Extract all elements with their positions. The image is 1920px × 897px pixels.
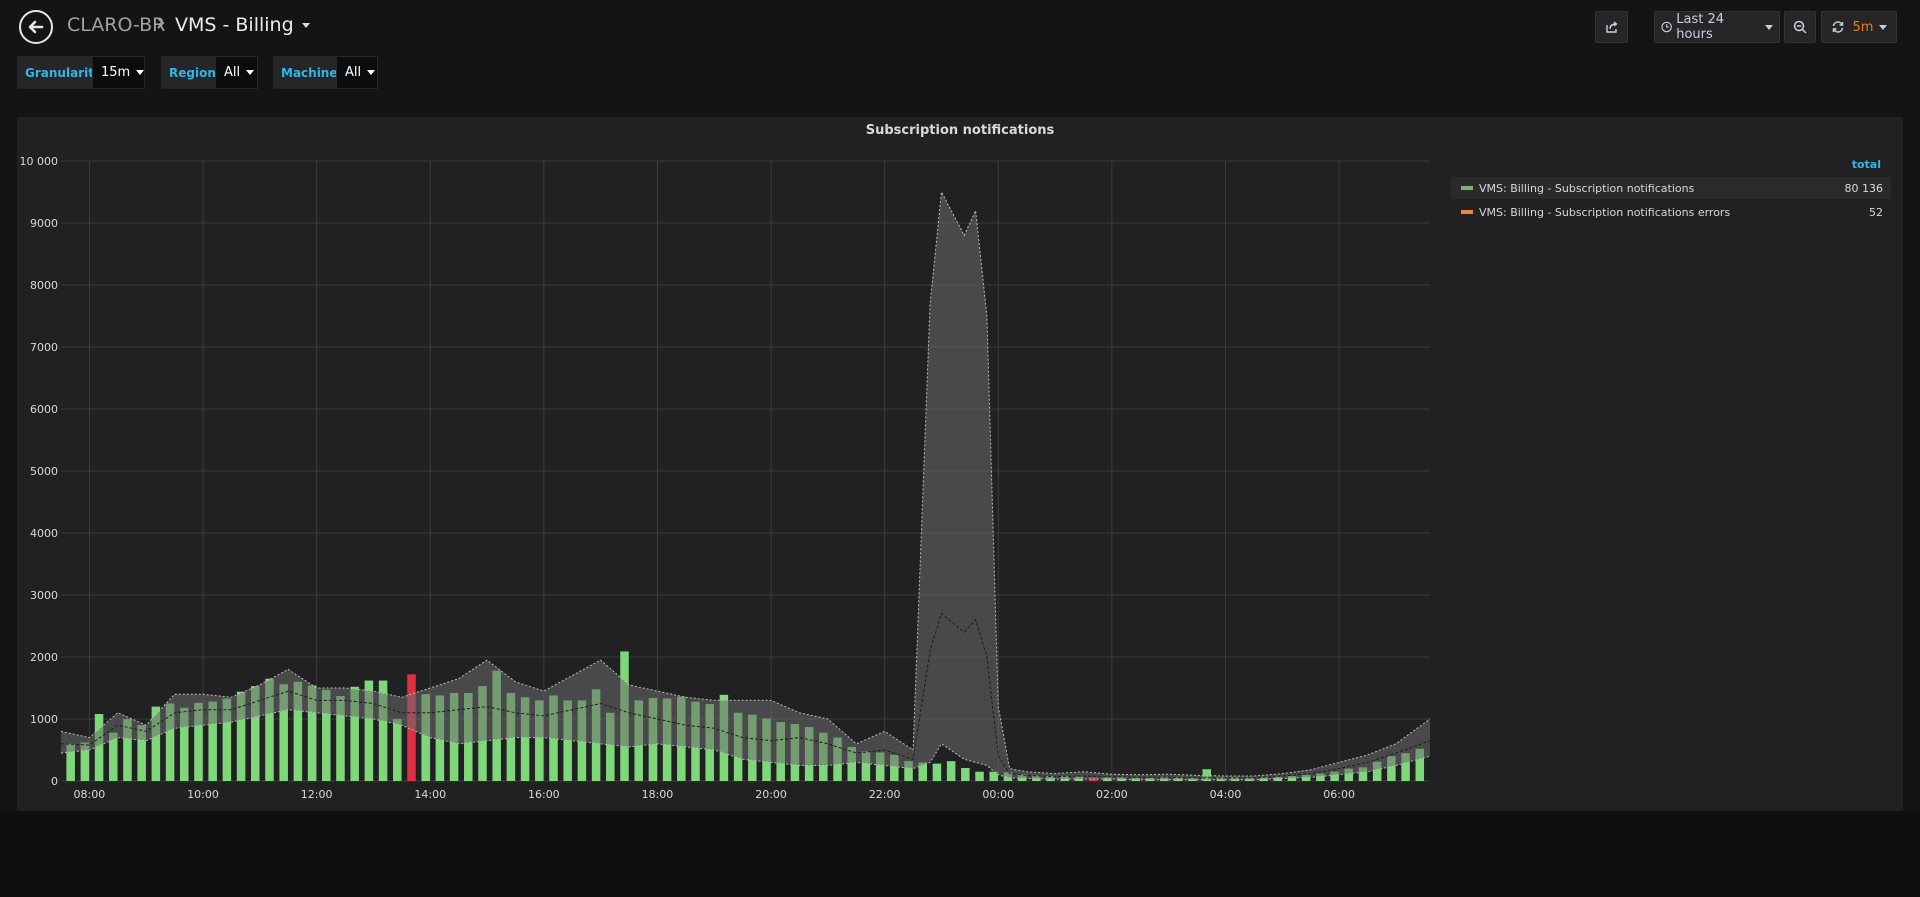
y-tick-label: 8000	[30, 279, 58, 292]
chart-area[interactable]: 0 1000 2000 3000 4000 5000 6000 7000 8000 9000 10 …	[17, 117, 1437, 811]
clock-icon	[1661, 21, 1672, 33]
chevron-down-icon	[136, 70, 145, 75]
x-tick-label: 20:00	[755, 788, 787, 801]
y-tick-label: 3000	[30, 589, 58, 602]
refresh-interval: 5m	[1852, 19, 1874, 35]
dashboard-title-text: VMS - Billing	[175, 14, 294, 36]
y-tick-label: 4000	[30, 527, 58, 540]
legend-swatch	[1461, 186, 1473, 190]
y-tick-label: 2000	[30, 651, 58, 664]
breadcrumb-separator	[156, 14, 166, 36]
share-button[interactable]	[1595, 11, 1628, 43]
refresh-picker[interactable]: 5m	[1821, 11, 1897, 43]
variable-label-granularity: Granularity	[17, 56, 102, 89]
y-tick-label: 6000	[30, 403, 58, 416]
variable-value-region: All	[224, 65, 241, 80]
x-tick-label: 06:00	[1323, 788, 1355, 801]
x-tick-label: 08:00	[74, 788, 106, 801]
x-tick-label: 02:00	[1096, 788, 1128, 801]
breadcrumb-org[interactable]: CLARO-BR	[67, 14, 165, 36]
variable-label-machine: Machine	[273, 56, 338, 89]
chevron-down-icon	[1765, 24, 1773, 30]
y-tick-label: 10 000	[20, 155, 59, 168]
graph-panel: Subscription notifications 0 1000 2000 3000…	[17, 117, 1903, 811]
back-button[interactable]	[19, 10, 53, 44]
chevron-right-icon	[157, 17, 165, 29]
min-max-band	[61, 192, 1430, 780]
zoom-out-icon	[1793, 20, 1807, 34]
x-tick-label: 18:00	[642, 788, 674, 801]
variable-select-region[interactable]: All	[215, 56, 258, 89]
bar	[94, 714, 104, 781]
refresh-icon	[1832, 21, 1843, 33]
legend-series-total: 80 136	[1844, 181, 1884, 195]
legend-series-name: VMS: Billing - Subscription notification…	[1479, 181, 1695, 195]
variable-select-granularity[interactable]: 15m	[92, 56, 145, 89]
x-tick-label: 16:00	[528, 788, 560, 801]
chevron-down-icon	[301, 23, 310, 28]
variable-select-machine[interactable]: All	[336, 56, 378, 89]
variable-value-machine: All	[345, 65, 362, 80]
legend-swatch	[1461, 210, 1473, 214]
x-tick-label: 00:00	[982, 788, 1014, 801]
y-tick-label: 1000	[30, 713, 58, 726]
x-tick-label: 12:00	[301, 788, 333, 801]
time-range-picker[interactable]: Last 24 hours	[1654, 11, 1780, 43]
bar	[932, 763, 942, 781]
y-tick-label: 0	[51, 775, 58, 788]
legend-total-header[interactable]: total	[1852, 158, 1881, 171]
legend-series-total: 52	[1869, 205, 1883, 219]
legend-series-name: VMS: Billing - Subscription notification…	[1479, 205, 1731, 219]
bar	[975, 771, 984, 781]
bar	[946, 761, 956, 781]
time-range-label: Last 24 hours	[1676, 12, 1724, 42]
x-tick-label: 04:00	[1210, 788, 1242, 801]
page-footer-shade	[0, 810, 1920, 897]
zoom-out-button[interactable]	[1784, 11, 1816, 43]
legend-item[interactable]: VMS: Billing - Subscription notification…	[1451, 177, 1891, 199]
y-tick-label: 7000	[30, 341, 58, 354]
y-tick-label: 5000	[30, 465, 58, 478]
legend-item[interactable]: VMS: Billing - Subscription notification…	[1451, 201, 1891, 223]
x-tick-label: 10:00	[187, 788, 219, 801]
x-tick-label: 22:00	[869, 788, 901, 801]
bar	[961, 767, 970, 781]
x-tick-label: 14:00	[414, 788, 446, 801]
variable-value-granularity: 15m	[101, 65, 131, 80]
variable-label-region: Region	[161, 56, 216, 89]
arrow-left-icon	[28, 20, 44, 34]
bar	[393, 719, 402, 781]
dashboard-title[interactable]: VMS - Billing	[175, 14, 310, 36]
y-tick-label: 9000	[30, 217, 58, 230]
chevron-down-icon	[246, 70, 255, 75]
chevron-down-icon	[1879, 24, 1888, 30]
share-icon	[1605, 21, 1618, 33]
chevron-down-icon	[367, 70, 376, 75]
